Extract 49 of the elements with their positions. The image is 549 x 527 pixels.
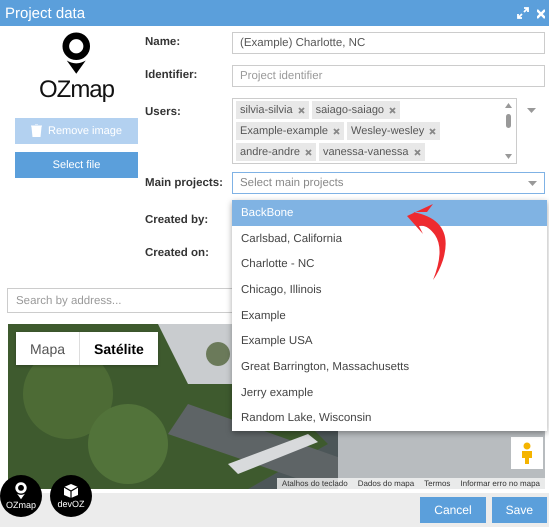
main-projects-select[interactable]: Select main projects [232, 172, 545, 194]
user-tag: vanessa-vanessa [318, 143, 425, 161]
map-link[interactable]: Termos [419, 478, 456, 489]
field-label: Users: [145, 105, 182, 118]
user-tag: silvia-silvia [236, 101, 309, 119]
user-tag: andre-andre [236, 143, 316, 161]
field-label: Created by: [145, 213, 210, 226]
pin-icon [62, 32, 91, 76]
remove-icon[interactable] [429, 128, 436, 134]
caret-icon[interactable] [527, 108, 536, 113]
remove-icon[interactable] [414, 148, 421, 156]
logo-text: OZmap [38, 76, 114, 104]
dropdown-option[interactable]: Charlotte - NC [232, 251, 547, 278]
remove-icon[interactable] [333, 128, 340, 134]
remove-icon[interactable] [389, 106, 396, 114]
user-tag: saiago-saiago [312, 101, 400, 119]
map-type-tab[interactable]: Mapa [16, 332, 80, 365]
map-type-tab[interactable]: Satélite [79, 332, 158, 365]
dropdown-option[interactable]: Example [232, 302, 547, 328]
field-label: Main projects: [145, 176, 224, 189]
dropdown-option[interactable]: Random Lake, Wisconsin [232, 406, 547, 432]
map-link[interactable]: Informar erro no mapa [455, 478, 545, 489]
person-icon [521, 442, 533, 464]
user-tag: Example-example [236, 122, 344, 140]
user-tag: Wesley-wesley [347, 122, 440, 140]
text-field[interactable]: Project identifier [232, 65, 545, 87]
pin-icon [15, 482, 27, 500]
remove-icon[interactable] [304, 148, 312, 156]
close-icon[interactable] [537, 8, 545, 18]
dropdown-option[interactable]: Jerry example [232, 380, 547, 406]
field-label: Created on: [145, 246, 210, 259]
caret-icon [528, 180, 537, 186]
field-label: Identifier: [145, 68, 198, 81]
remove-icon[interactable] [298, 106, 305, 114]
cube-icon [63, 483, 79, 499]
scrollbar-icon[interactable] [504, 101, 513, 161]
window-title: Project data [5, 4, 86, 22]
expand-icon[interactable] [517, 7, 529, 19]
dropdown-option[interactable]: Example USA [232, 328, 547, 354]
trash-icon [31, 124, 42, 138]
street-view-button[interactable] [511, 437, 543, 469]
map-link[interactable]: Atalhos do teclado [276, 478, 353, 489]
dropdown-option[interactable]: Great Barrington, Massachusetts [232, 354, 547, 380]
users-field[interactable]: silvia-silvia saiago-saiago Example-example Wesley-wesley andre-andre vanessa-vanessa [232, 98, 517, 164]
map-link[interactable]: Dados do mapa [352, 478, 420, 489]
dropdown-option[interactable]: Carlsbad, California [232, 226, 547, 252]
field-label: Name: [145, 35, 182, 48]
dropdown-option[interactable]: Chicago, Illinois [232, 277, 547, 303]
text-field[interactable]: (Example) Charlotte, NC [232, 32, 545, 54]
